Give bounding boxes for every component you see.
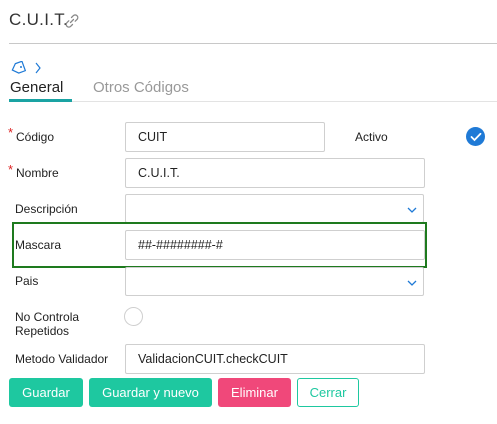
tab-otros-codigos[interactable]: Otros Códigos: [93, 79, 189, 96]
codigo-label: Código: [16, 130, 55, 144]
mascara-label: Mascara: [15, 238, 62, 252]
metodo-value: ValidacionCUIT.checkCUIT: [138, 352, 288, 366]
no-controla-checkbox[interactable]: [124, 307, 143, 326]
check-icon: [470, 132, 481, 141]
activo-checkbox[interactable]: [466, 127, 485, 146]
chevron-down-icon: [407, 280, 417, 286]
title-divider: [9, 43, 497, 44]
descripcion-label: Descripción: [15, 202, 78, 216]
cerrar-button[interactable]: Cerrar: [297, 378, 359, 407]
link-icon[interactable]: [63, 12, 81, 30]
pais-label: Pais: [15, 274, 39, 288]
pais-select[interactable]: [125, 267, 424, 296]
page-title: C.U.I.T.: [9, 10, 69, 29]
nombre-input[interactable]: C.U.I.T.: [125, 158, 425, 188]
metodo-input[interactable]: ValidacionCUIT.checkCUIT: [125, 344, 425, 374]
tab-general[interactable]: General: [10, 79, 63, 96]
nombre-label: Nombre: [16, 166, 59, 180]
tag-icon[interactable]: [10, 61, 26, 75]
activo-label: Activo: [355, 130, 388, 144]
mascara-input[interactable]: ##-########-#: [125, 230, 425, 260]
metodo-label: Metodo Validador: [15, 352, 109, 366]
active-tab-indicator: [9, 99, 72, 102]
no-controla-label-line1: No Controla: [15, 310, 80, 324]
required-mark: *: [8, 125, 14, 140]
guardar-y-nuevo-button[interactable]: Guardar y nuevo: [89, 378, 212, 407]
nombre-value: C.U.I.T.: [138, 166, 180, 180]
chevron-right-icon[interactable]: [33, 61, 43, 75]
tab-divider: [9, 101, 497, 102]
no-controla-label-line2: Repetidos: [15, 324, 70, 338]
chevron-down-icon: [407, 207, 417, 213]
eliminar-button[interactable]: Eliminar: [218, 378, 291, 407]
required-mark: *: [8, 162, 14, 177]
guardar-button[interactable]: Guardar: [9, 378, 83, 407]
codigo-input[interactable]: CUIT: [125, 122, 325, 152]
mascara-value: ##-########-#: [138, 238, 223, 252]
descripcion-select[interactable]: [125, 194, 424, 223]
codigo-value: CUIT: [138, 130, 168, 144]
